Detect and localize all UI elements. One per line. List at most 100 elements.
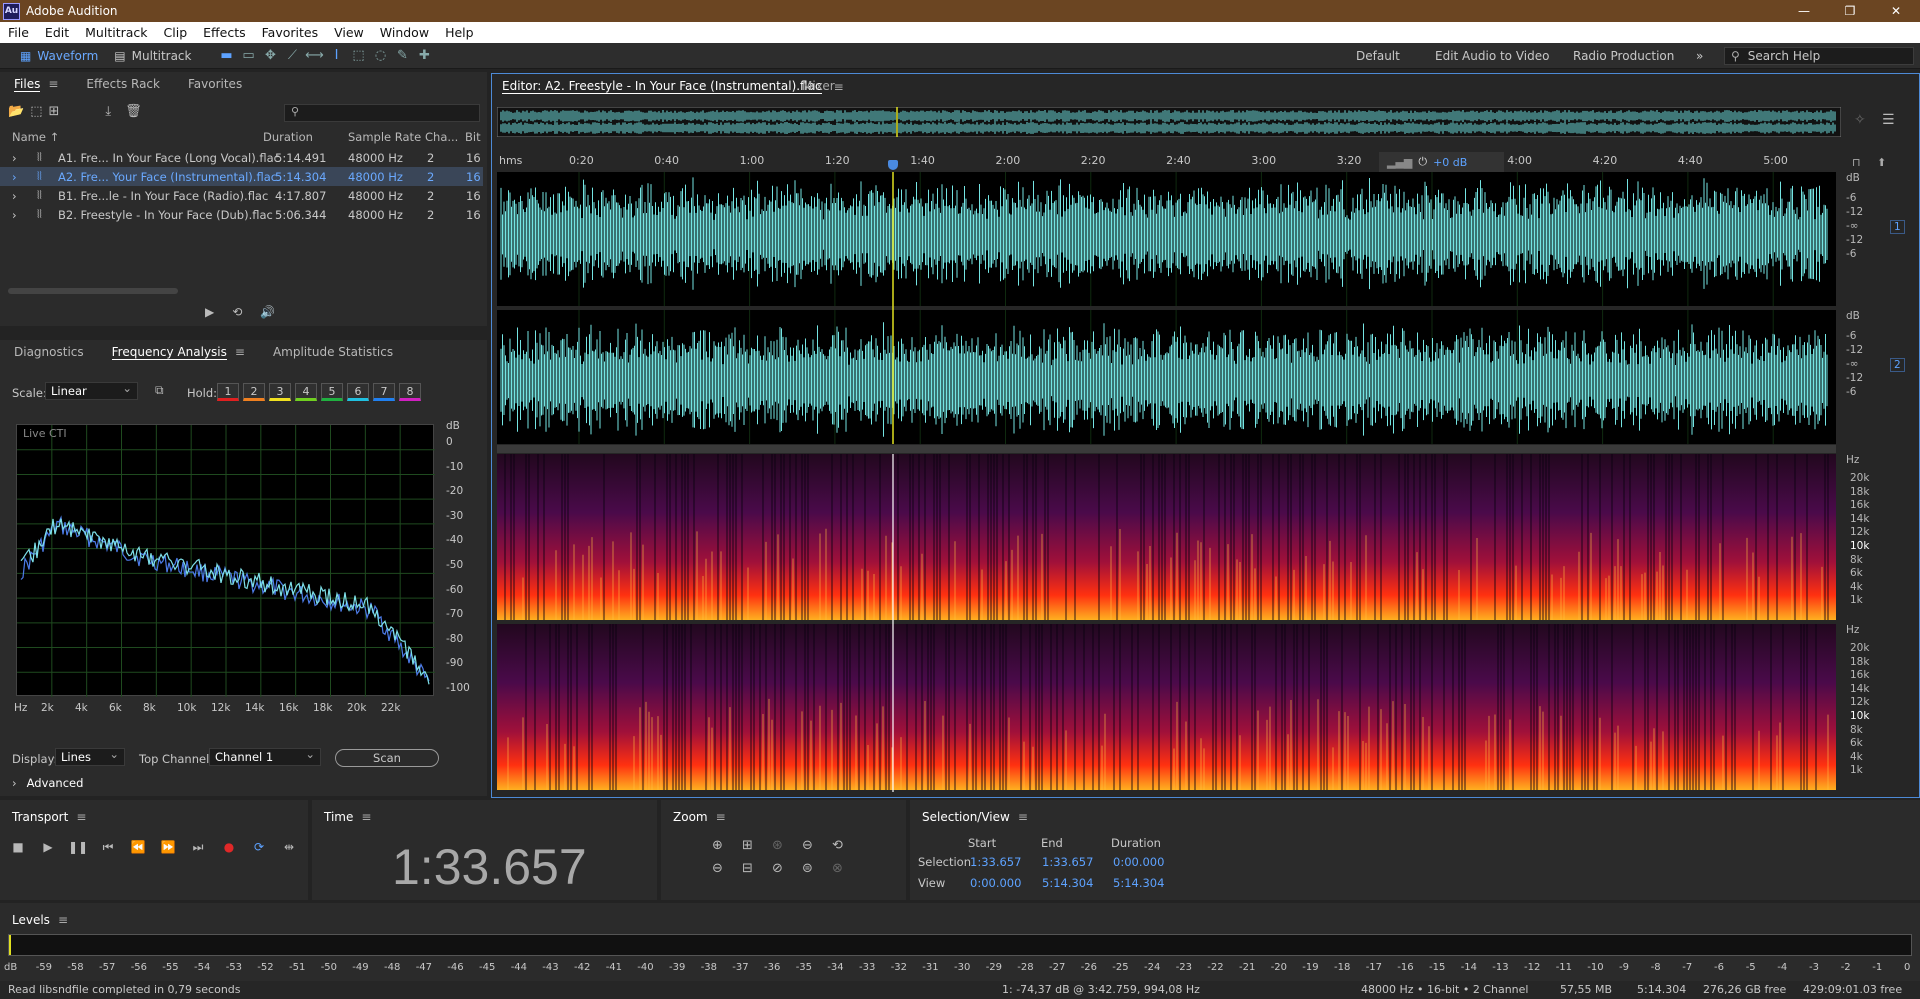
hold-button-3[interactable]: 3 [269, 383, 291, 401]
tab-amplitude-statistics[interactable]: Amplitude Statistics [259, 340, 407, 364]
editor-tab[interactable]: Editor: A2. Freestyle - In Your Face (In… [502, 79, 844, 94]
go-to-next-icon[interactable]: ⏭ [185, 838, 211, 856]
tab-diagnostics[interactable]: Diagnostics [0, 340, 98, 364]
pause-icon[interactable]: ❚❚ [65, 838, 91, 856]
fast-forward-icon[interactable]: ⏩ [155, 838, 181, 856]
preview-loop-icon[interactable]: ⟲ [232, 305, 242, 319]
close-icon[interactable]: ✕ [1873, 0, 1919, 22]
stop-icon[interactable]: ■ [5, 838, 31, 856]
menu-effects[interactable]: Effects [195, 25, 254, 40]
workspace-edit-audio-to-video[interactable]: Edit Audio to Video [1435, 43, 1549, 69]
open-file-icon[interactable]: 📂 [8, 104, 24, 119]
zoom-out-full-icon[interactable]: ⊜ [802, 861, 832, 876]
lasso-tool-icon[interactable]: ◌ [369, 46, 391, 66]
menu-file[interactable]: File [0, 25, 37, 40]
selection-duration[interactable]: 0:00.000 [1113, 855, 1164, 869]
more-workspaces-icon[interactable]: » [1696, 43, 1703, 69]
zoom-out-left-icon[interactable]: ⊘ [772, 861, 802, 876]
waveform-view-button[interactable]: ▦ Waveform [14, 46, 108, 66]
multitrack-view-button[interactable]: ▤ Multitrack [108, 46, 201, 66]
move-tool-icon[interactable]: ✥ [259, 46, 281, 66]
files-search-input[interactable]: ⚲ [284, 104, 480, 122]
panel-menu-icon[interactable]: ≡ [361, 810, 371, 824]
menu-view[interactable]: View [326, 25, 372, 40]
slip-tool-icon[interactable]: ⟷ [303, 46, 325, 66]
spectral-display-icon[interactable]: ▭ [237, 46, 259, 66]
hold-button-4[interactable]: 4 [295, 383, 317, 401]
preview-play-icon[interactable]: ▶ [205, 305, 214, 319]
panel-menu-icon[interactable]: ≡ [834, 80, 844, 94]
marker-icon[interactable]: ⬆ [1877, 156, 1886, 169]
hold-button-1[interactable]: 1 [217, 383, 239, 401]
hold-button-7[interactable]: 7 [373, 383, 395, 401]
file-row[interactable]: › ⦚⦚ A2. Fre... Your Face (Instrumental).f… [0, 167, 483, 186]
zoom-out-time-icon[interactable]: ⊟ [742, 861, 772, 876]
overview-navigator[interactable] [497, 107, 1841, 137]
view-start[interactable]: 0:00.000 [970, 876, 1021, 890]
menu-clip[interactable]: Clip [156, 25, 196, 40]
play-icon[interactable]: ▶ [35, 838, 61, 856]
frequency-graph[interactable]: Live CTI [16, 424, 435, 697]
tab-mixer[interactable]: Mixer [802, 79, 835, 93]
channel-badge[interactable]: 1 [1890, 220, 1905, 234]
brush-tool-icon[interactable]: ✎ [391, 46, 413, 66]
selection-start[interactable]: 1:33.657 [970, 855, 1021, 869]
channel-badge[interactable]: 2 [1890, 358, 1905, 372]
preview-volume-icon[interactable]: 🔊 [260, 305, 275, 319]
tab-effects-rack[interactable]: Effects Rack [72, 72, 174, 96]
menu-favorites[interactable]: Favorites [254, 25, 326, 40]
column-bit[interactable]: Bit [465, 130, 481, 144]
panel-menu-icon[interactable]: ≡ [48, 77, 58, 91]
rewind-icon[interactable]: ⏪ [125, 838, 151, 856]
zoom-in-time-icon[interactable]: ⊞ [742, 838, 772, 853]
top-channel-dropdown[interactable]: Channel 1 [209, 747, 321, 766]
delete-file-icon[interactable]: 🗑 [125, 104, 142, 119]
playhead-handle[interactable] [888, 160, 898, 170]
file-row[interactable]: › ⦚⦚ B1. Fre...le - In Your Face (Radio).f… [0, 186, 483, 205]
menu-multitrack[interactable]: Multitrack [77, 25, 155, 40]
panel-menu-icon[interactable]: ≡ [58, 913, 68, 927]
menu-help[interactable]: Help [437, 25, 482, 40]
column-channels[interactable]: Cha... [425, 130, 458, 144]
selection-end[interactable]: 1:33.657 [1042, 855, 1093, 869]
tab-files[interactable]: Files ≡ [0, 72, 72, 96]
search-help-input[interactable]: ⚲ Search Help [1724, 47, 1914, 65]
spectral-display[interactable] [497, 454, 1836, 792]
scale-dropdown[interactable]: Linear [45, 381, 138, 400]
view-end[interactable]: 5:14.304 [1042, 876, 1093, 890]
view-duration[interactable]: 5:14.304 [1113, 876, 1164, 890]
skip-selection-icon[interactable]: ⇹ [276, 838, 302, 856]
file-row[interactable]: › ⦚⦚ B2. Freestyle - In Your Face (Dub).fl… [0, 205, 483, 224]
channel-map-icon[interactable]: ☰ [1882, 112, 1895, 128]
snapping-icon[interactable]: ⊓ [1852, 156, 1861, 169]
lock-view-icon[interactable]: ⧉ [155, 383, 164, 398]
hold-button-8[interactable]: 8 [399, 383, 421, 401]
gain-knob-icon[interactable]: ⏻ [1418, 155, 1427, 169]
razor-tool-icon[interactable]: ⟋ [281, 46, 303, 66]
import-file-icon[interactable]: ⬚ [30, 104, 42, 119]
tab-frequency-analysis[interactable]: Frequency Analysis ≡ [98, 340, 259, 364]
hold-button-6[interactable]: 6 [347, 383, 369, 401]
workspace-radio-production[interactable]: Radio Production [1573, 43, 1674, 69]
display-dropdown[interactable]: Lines [55, 747, 125, 766]
hold-button-5[interactable]: 5 [321, 383, 343, 401]
panel-menu-icon[interactable]: ≡ [1018, 810, 1028, 824]
spot-healing-tool-icon[interactable]: ✚ [413, 46, 435, 66]
record-icon[interactable]: ● [216, 838, 242, 856]
advanced-toggle[interactable]: › Advanced [12, 776, 83, 790]
file-row[interactable]: › ⦚⦚ A1. Fre... In Your Face (Long Vocal).… [0, 148, 483, 167]
zoom-reset-icon[interactable]: ⟲ [832, 838, 862, 853]
time-ruler[interactable]: hms 0:20 0:40 1:00 1:20 1:40 2:00 2:20 2:40 3:00 3… [497, 154, 1837, 170]
zoom-in-right-icon[interactable]: ⊗ [832, 861, 862, 876]
scan-button[interactable]: Scan [335, 749, 439, 767]
tab-favorites[interactable]: Favorites [174, 72, 256, 96]
time-selection-tool-icon[interactable]: I [325, 46, 347, 66]
display-divider[interactable] [497, 445, 1836, 453]
zoom-to-selection-icon[interactable]: ⊛ [772, 838, 802, 853]
waveform-display-icon[interactable]: ▬ [215, 46, 237, 66]
zoom-in-amplitude-icon[interactable]: ⊕ [712, 838, 742, 853]
zoom-out-amplitude-icon[interactable]: ⊖ [712, 861, 742, 876]
panel-menu-icon[interactable]: ≡ [716, 810, 726, 824]
loop-playback-icon[interactable]: ⟳ [246, 838, 272, 856]
menu-window[interactable]: Window [372, 25, 437, 40]
